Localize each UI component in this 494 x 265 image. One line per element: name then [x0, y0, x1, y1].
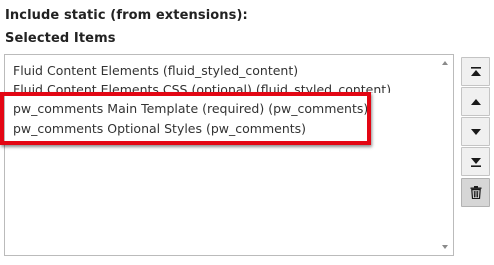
listbox-scrollbar[interactable] — [438, 55, 453, 255]
list-item[interactable]: Fluid Content Elements CSS (optional) (f… — [13, 82, 391, 93]
trash-icon — [470, 186, 481, 199]
include-static-label: Include static (from extensions): — [5, 8, 248, 23]
move-to-top-icon — [470, 66, 481, 76]
remove-item-button[interactable] — [461, 178, 490, 207]
move-up-icon — [470, 98, 481, 105]
move-to-top-button[interactable] — [461, 57, 490, 86]
move-to-bottom-button[interactable] — [461, 147, 490, 176]
move-down-icon — [470, 128, 481, 135]
selected-items-label: Selected Items — [5, 31, 116, 46]
scroll-up-icon[interactable] — [442, 61, 448, 65]
list-item[interactable]: pw_comments Main Template (required) (pw… — [13, 101, 368, 117]
move-to-bottom-icon — [470, 157, 481, 167]
list-item[interactable]: Fluid Content Elements (fluid_styled_con… — [13, 63, 298, 79]
selected-items-listbox[interactable]: Fluid Content Elements (fluid_styled_con… — [4, 54, 454, 256]
move-up-button[interactable] — [461, 87, 490, 116]
move-down-button[interactable] — [461, 117, 490, 146]
scroll-down-icon[interactable] — [442, 245, 448, 249]
list-item[interactable]: pw_comments Optional Styles (pw_comments… — [13, 121, 306, 137]
